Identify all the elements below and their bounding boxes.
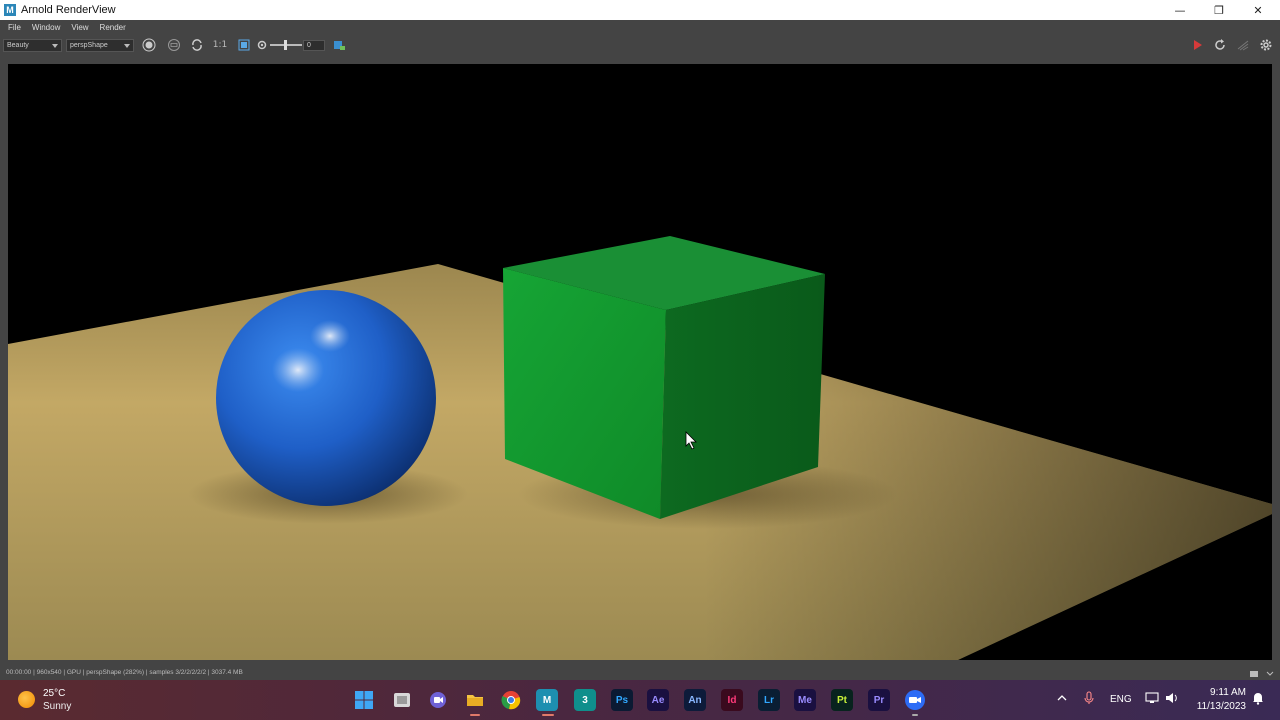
- aov-value: Beauty: [7, 42, 29, 49]
- menu-view[interactable]: View: [71, 23, 88, 32]
- sphere-highlight: [272, 348, 324, 392]
- maya-icon[interactable]: M: [536, 689, 558, 711]
- status-bar: 00:00:00 | 960x540 | GPU | perspShape (2…: [0, 666, 1280, 680]
- menu-render[interactable]: Render: [100, 23, 126, 32]
- ipr-icon[interactable]: [1236, 38, 1250, 52]
- chevron-down-icon: [52, 44, 58, 48]
- lightroom-icon[interactable]: Lr: [758, 689, 780, 711]
- windows-start-icon[interactable]: [353, 689, 375, 711]
- collapse-chevron-icon[interactable]: [1264, 667, 1276, 679]
- refresh-arrows-icon[interactable]: [190, 38, 204, 52]
- 3ds-max-icon[interactable]: 3: [574, 689, 596, 711]
- render-image: [8, 64, 1272, 660]
- aov-dropdown[interactable]: Beauty: [3, 39, 62, 52]
- window-title: Arnold RenderView: [21, 4, 116, 16]
- close-button[interactable]: ✕: [1240, 0, 1276, 20]
- render-region-icon[interactable]: [142, 38, 156, 52]
- premiere-icon[interactable]: Pr: [868, 689, 890, 711]
- color-display-icon[interactable]: [332, 38, 346, 52]
- tray-overflow-chevron-icon[interactable]: [1056, 692, 1068, 707]
- play-render-icon[interactable]: [1190, 38, 1204, 52]
- title-bar: M Arnold RenderView: [0, 0, 1280, 20]
- file-explorer-icon[interactable]: [464, 689, 486, 711]
- sun-icon[interactable]: [18, 691, 35, 708]
- ratio-button[interactable]: 1:1: [212, 38, 228, 52]
- refresh-render-icon[interactable]: [1213, 38, 1227, 52]
- crop-region-icon[interactable]: [167, 38, 181, 52]
- clock-time[interactable]: 9:11 AM: [1190, 687, 1246, 698]
- notification-bell-icon[interactable]: [1251, 691, 1265, 708]
- chevron-down-icon: [124, 44, 130, 48]
- microphone-icon[interactable]: [1083, 691, 1095, 708]
- snapshot-icon[interactable]: [1248, 667, 1260, 679]
- settings-gear-icon[interactable]: [1259, 38, 1273, 52]
- menu-window[interactable]: Window: [32, 23, 60, 32]
- weather-description[interactable]: Sunny: [43, 701, 71, 712]
- weather-temperature[interactable]: 25°C: [43, 688, 65, 699]
- exposure-slider-handle[interactable]: [284, 40, 287, 50]
- frame-icon[interactable]: [237, 38, 251, 52]
- camera-value: perspShape: [70, 42, 108, 49]
- exposure-field[interactable]: 0: [303, 40, 325, 51]
- minimize-button[interactable]: —: [1162, 0, 1198, 20]
- teams-icon[interactable]: [427, 689, 449, 711]
- network-icon[interactable]: [1145, 692, 1159, 707]
- media-encoder-icon[interactable]: Me: [794, 689, 816, 711]
- zoom-running-indicator: [912, 714, 918, 716]
- camera-dropdown[interactable]: perspShape: [66, 39, 134, 52]
- maximize-button[interactable]: ❐: [1201, 0, 1237, 20]
- animate-icon[interactable]: An: [684, 689, 706, 711]
- chrome-icon[interactable]: [500, 689, 522, 711]
- substance-painter-icon[interactable]: Pt: [831, 689, 853, 711]
- file-manager-icon[interactable]: [391, 689, 413, 711]
- indesign-icon[interactable]: Id: [721, 689, 743, 711]
- maya-app-icon: M: [4, 4, 16, 16]
- menu-file[interactable]: File: [8, 23, 21, 32]
- render-viewport[interactable]: [8, 64, 1272, 660]
- language-indicator[interactable]: ENG: [1110, 694, 1132, 705]
- exposure-gear-icon[interactable]: [255, 38, 269, 52]
- after-effects-icon[interactable]: Ae: [647, 689, 669, 711]
- clock-date[interactable]: 11/13/2023: [1188, 701, 1246, 712]
- menu-bar: File Window View Render: [0, 20, 1280, 34]
- volume-icon[interactable]: [1165, 692, 1179, 707]
- maya-active-indicator: [542, 714, 554, 716]
- photoshop-icon[interactable]: Ps: [611, 689, 633, 711]
- zoom-icon[interactable]: [904, 689, 926, 711]
- explorer-active-indicator: [470, 714, 480, 716]
